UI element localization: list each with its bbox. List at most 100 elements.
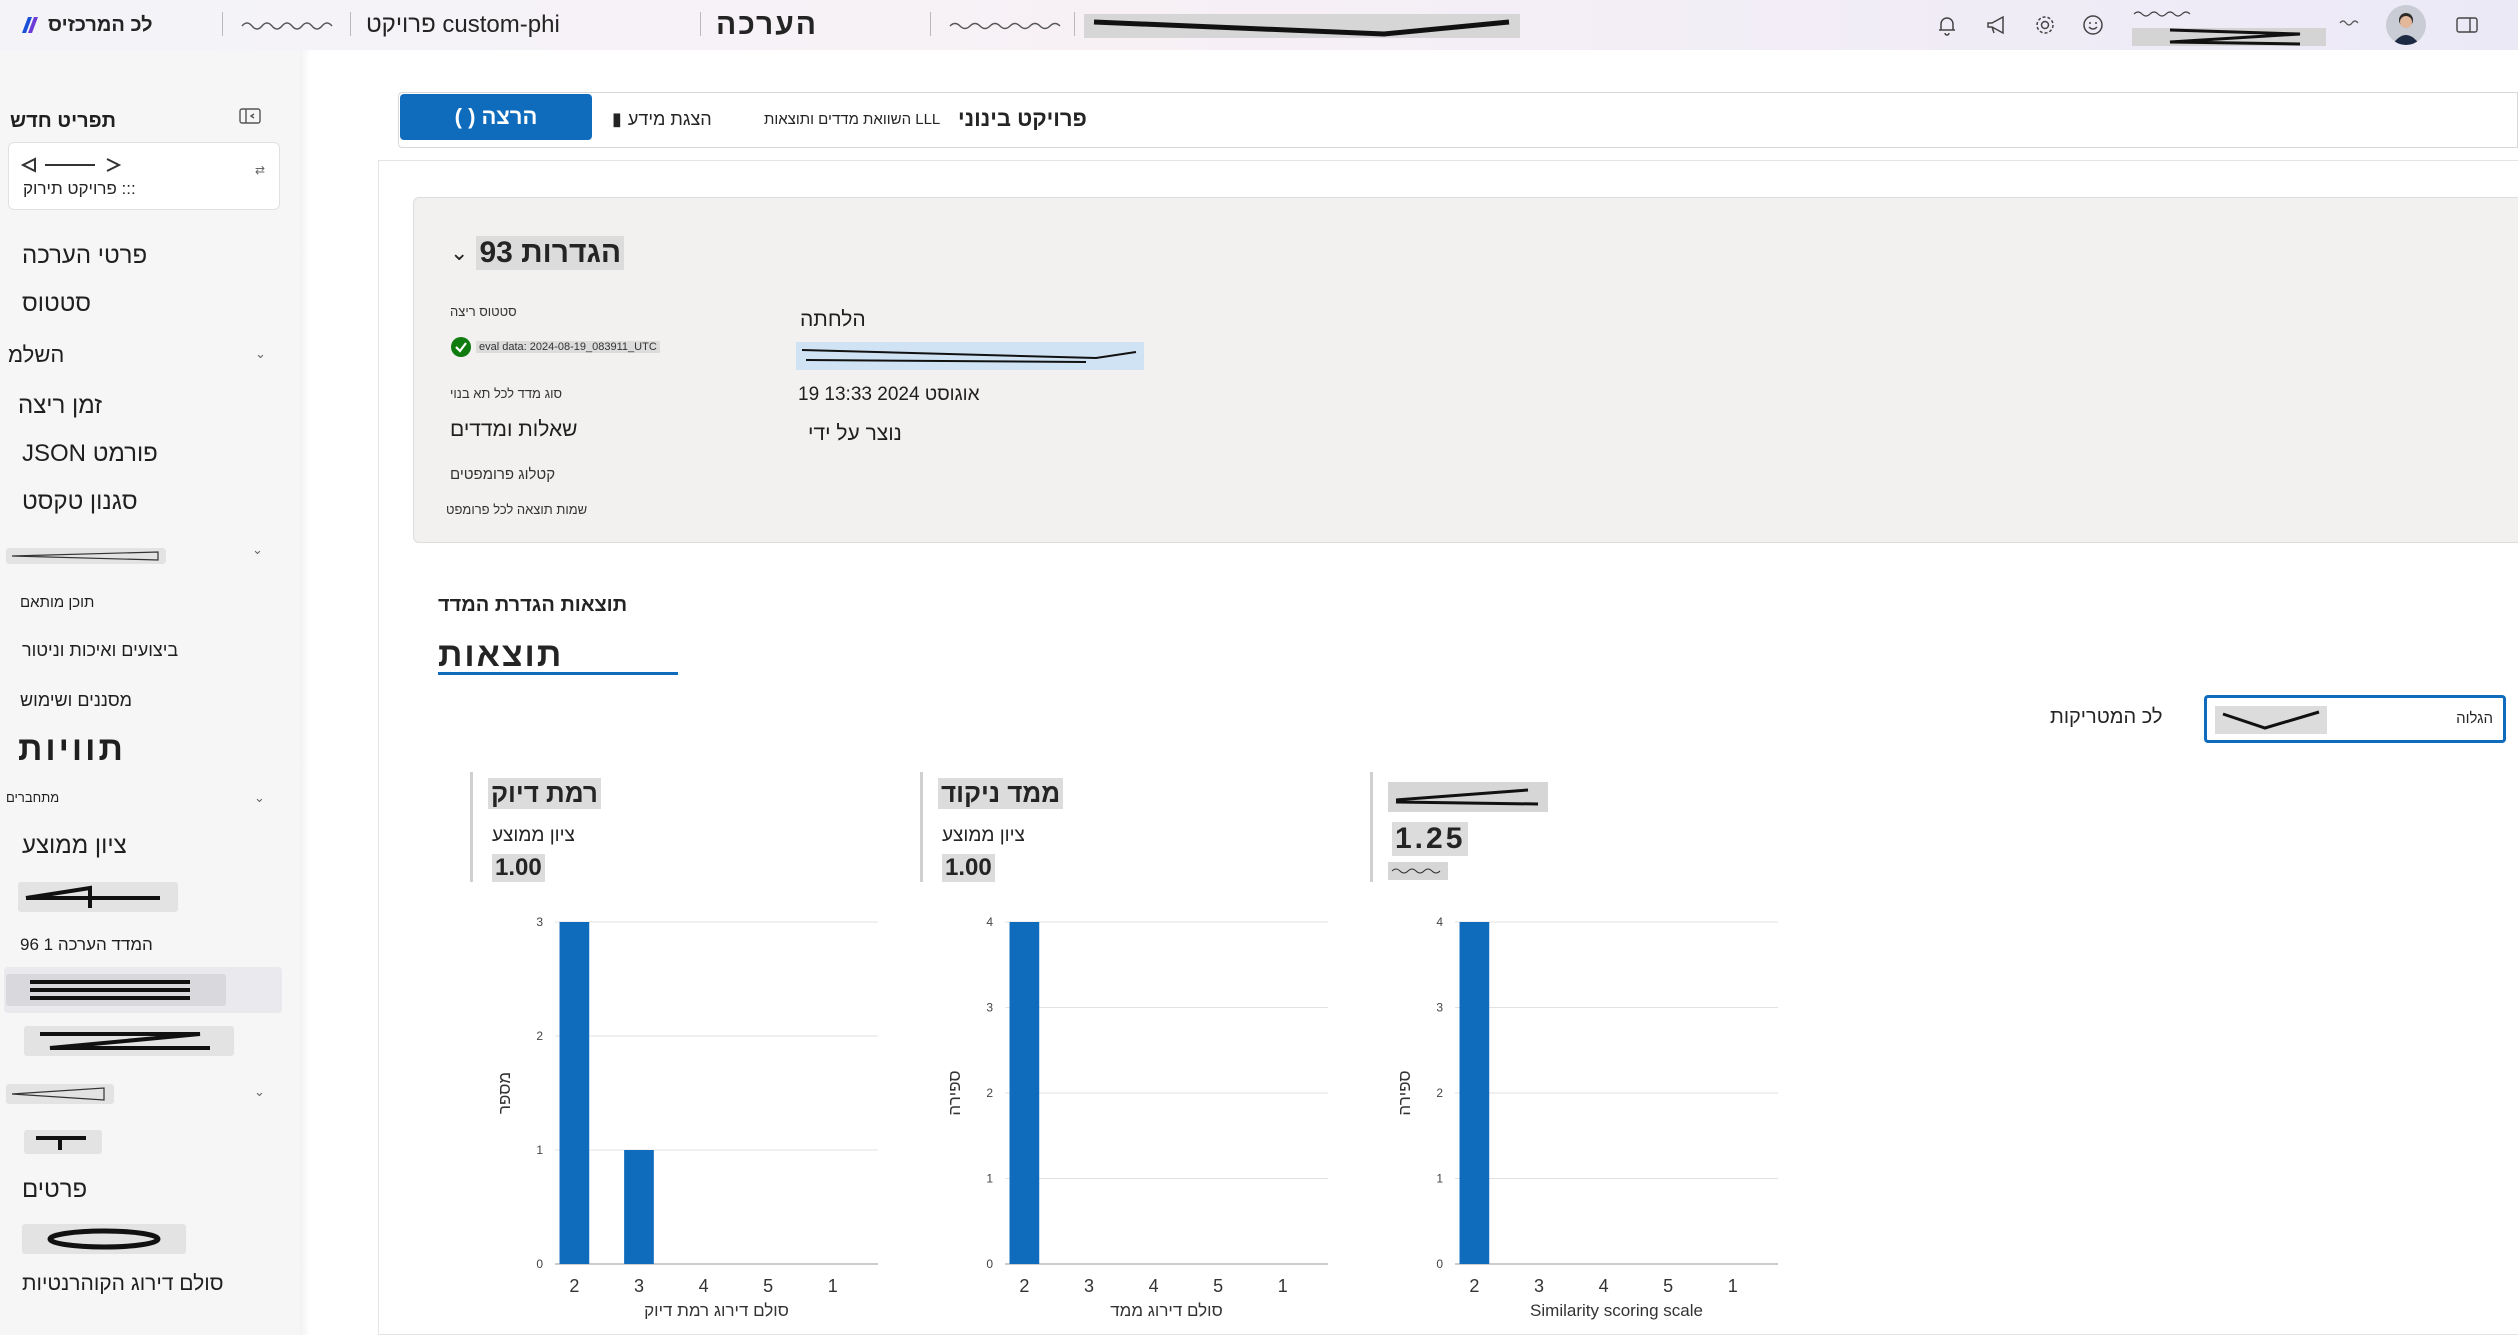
y-tick-label: 4 — [986, 915, 993, 929]
sidebar-item-coherence[interactable]: ציון ממוצע — [22, 832, 127, 860]
chevron-icon[interactable]: ⌄ — [254, 1084, 265, 1100]
sidebar-item-labels[interactable]: תוויות — [18, 730, 126, 769]
redacted-dataset-link[interactable] — [796, 342, 1144, 370]
metric-chart-2: 0 1 2 3 4 2 3 4 5 1 סולם דירוג ממד ספירה — [945, 915, 1328, 1320]
metric-chart-3: 0 1 2 3 4 2 3 4 5 1 Similarity scoring scale ספירה — [1395, 915, 1778, 1320]
sidebar-item-details[interactable]: פרטים — [22, 1176, 87, 1204]
avatar[interactable] — [2386, 5, 2426, 45]
redacted-item-scribble — [40, 1032, 210, 1050]
metric-name: ממד ניקוד — [938, 778, 1064, 809]
sidebar-item-eval-progress[interactable]: המדד הערכה 1 96 — [20, 935, 153, 955]
megaphone-icon[interactable] — [1982, 10, 2012, 40]
y-tick-label: 0 — [1436, 1257, 1443, 1271]
project-selector[interactable]: פרויקט תירוק ::: ⇄ — [8, 142, 280, 210]
compare-button[interactable]: השוואת מדדים ותוצאות LLL — [764, 104, 940, 134]
sidebar-item-model-run[interactable]: זמן ריצה — [18, 392, 102, 420]
x-tick-label: 5 — [1213, 1276, 1223, 1296]
metric-model-label: סוג מדד לכל תא בנוי — [450, 386, 562, 401]
account-info[interactable] — [2130, 4, 2326, 48]
bar — [559, 922, 590, 1264]
command-bar — [398, 92, 2518, 148]
metric-name: רמת דיוק — [488, 778, 601, 809]
divider — [1074, 12, 1075, 36]
created-label: הלחתה — [800, 308, 866, 331]
top-bar: לכ המרכזיס פרויקט custom-phi הערכה — [0, 0, 2518, 50]
redacted-metric-name — [1388, 782, 1548, 812]
metric-filter-dropdown[interactable]: הגלוה — [2204, 695, 2506, 743]
x-axis-label: Similarity scoring scale — [1530, 1301, 1703, 1320]
sidebar-item-grounding-scale[interactable]: סולם דירוג הקוהרנטיות — [22, 1272, 223, 1296]
x-tick-label: 4 — [699, 1276, 709, 1296]
x-tick-label: 5 — [763, 1276, 773, 1296]
run-button[interactable]: ( ) הרצה — [400, 94, 592, 140]
breadcrumb-evaluation-label: הערכה — [716, 8, 819, 41]
tab-results[interactable]: תוצאות — [438, 636, 563, 675]
panel-toggle-icon[interactable] — [2452, 10, 2482, 40]
chevron-icon[interactable]: ⌄ — [254, 790, 265, 806]
gear-icon[interactable] — [2030, 10, 2060, 40]
bell-icon[interactable] — [1932, 10, 1962, 40]
created-by-value: נוצר על ידי — [808, 422, 902, 445]
view-info-button[interactable]: ▮ הצגת מידע — [612, 104, 712, 134]
x-tick-label: 5 — [1663, 1276, 1673, 1296]
metric-sub: ציון ממוצע — [492, 825, 575, 846]
x-tick-label: 1 — [1278, 1276, 1288, 1296]
metric-chart-1: 0 1 2 3 2 3 4 5 1 סולם דירוג רמת דיוק מספר — [495, 915, 878, 1320]
y-tick-label: 3 — [536, 915, 543, 929]
evaluation-name-breadcrumb[interactable] — [948, 14, 1064, 38]
app-brand[interactable]: לכ המרכזיס — [18, 8, 153, 42]
smiley-feedback-icon[interactable] — [2078, 10, 2108, 40]
view-info-label: הצגת מידע — [627, 108, 712, 129]
y-tick-label: 4 — [1436, 915, 1443, 929]
tenant-label — [2339, 20, 2359, 26]
breadcrumb-evaluation[interactable]: הערכה — [716, 8, 818, 42]
sidebar-item-eval-details[interactable]: פרטי הערכה — [22, 242, 147, 270]
x-axis-label: סולם דירוג רמת דיוק — [644, 1301, 789, 1320]
project-kind: פרויקט תירוק ::: — [23, 179, 136, 198]
details-title-row[interactable]: ⌄ הגדרות 93 — [450, 236, 625, 270]
x-tick-label: 2 — [569, 1276, 579, 1296]
details-title: הגדרות 93 — [476, 236, 625, 270]
section-icon[interactable]: ⌄ — [252, 542, 263, 558]
project-button-label: פרויקט בינוני — [958, 106, 1087, 131]
sidebar-item-section-1[interactable]: השלמ — [8, 342, 64, 368]
hub-breadcrumb[interactable] — [240, 14, 338, 38]
sidebar-item-checks[interactable]: ביצועים ואיכות וניטור — [22, 640, 178, 661]
sidebar-item-custom[interactable]: תוכן מותאם — [20, 594, 94, 611]
metric-card-accent — [920, 772, 923, 882]
breadcrumb-project[interactable]: פרויקט custom-phi — [366, 8, 560, 42]
created-on-value: 19 אוגוסט 2024 13:33 — [798, 384, 980, 405]
view-info-icon: ▮ — [612, 108, 622, 129]
ai-studio-logo-icon — [22, 17, 38, 33]
divider — [930, 12, 931, 36]
run-button-label: ( ) הרצה — [454, 104, 538, 129]
metric-card-1: רמת דיוק ציון ממוצע 1.00 0 1 2 3 2 3 4 5 1 סולם ד… — [470, 770, 890, 1330]
y-tick-label: 1 — [1436, 1172, 1443, 1186]
sidebar-item-input-metrics[interactable]: מסננים ושימוש — [20, 690, 132, 711]
y-tick-label: 3 — [1436, 1001, 1443, 1015]
sidebar-item-json[interactable]: JSON פורמט — [22, 440, 158, 468]
compare-label: השוואת מדדים ותוצאות LLL — [764, 110, 941, 128]
sidebar-item-text-style[interactable]: סגנון טקסט — [22, 488, 138, 516]
redacted-item-scribble — [25, 885, 160, 908]
redacted-filter-value — [2215, 706, 2327, 734]
status-label: סטטוס ריצה — [450, 304, 517, 319]
divider — [222, 12, 223, 36]
x-axis-label: סולם דירוג ממד — [1110, 1301, 1223, 1320]
chevron-icon[interactable]: ⌄ — [255, 346, 266, 362]
x-tick-label: 2 — [1019, 1276, 1029, 1296]
metric-value: 1.00 — [492, 854, 545, 882]
sidebar-item-status[interactable]: סטטוס — [22, 290, 91, 318]
y-tick-label: 2 — [1436, 1086, 1443, 1100]
redacted-metric-sub — [1388, 862, 1448, 880]
metric-card-2: ממד ניקוד ציון ממוצע 1.00 0 1 2 3 4 2 3 4 5 1 סולם… — [920, 770, 1340, 1330]
y-tick-label: 2 — [986, 1086, 993, 1100]
y-tick-label: 0 — [986, 1257, 993, 1271]
status-value: eval data: 2024-08-19_083911_UTC — [476, 341, 660, 353]
project-button[interactable]: פרויקט בינוני — [958, 104, 1087, 134]
dataset-label: קטלוג פרומפטים — [450, 466, 556, 483]
bar — [624, 1150, 654, 1264]
sidebar-collapse-icon[interactable] — [238, 106, 262, 129]
x-tick-label: 1 — [1728, 1276, 1738, 1296]
y-axis-label: מספר — [495, 1072, 514, 1114]
